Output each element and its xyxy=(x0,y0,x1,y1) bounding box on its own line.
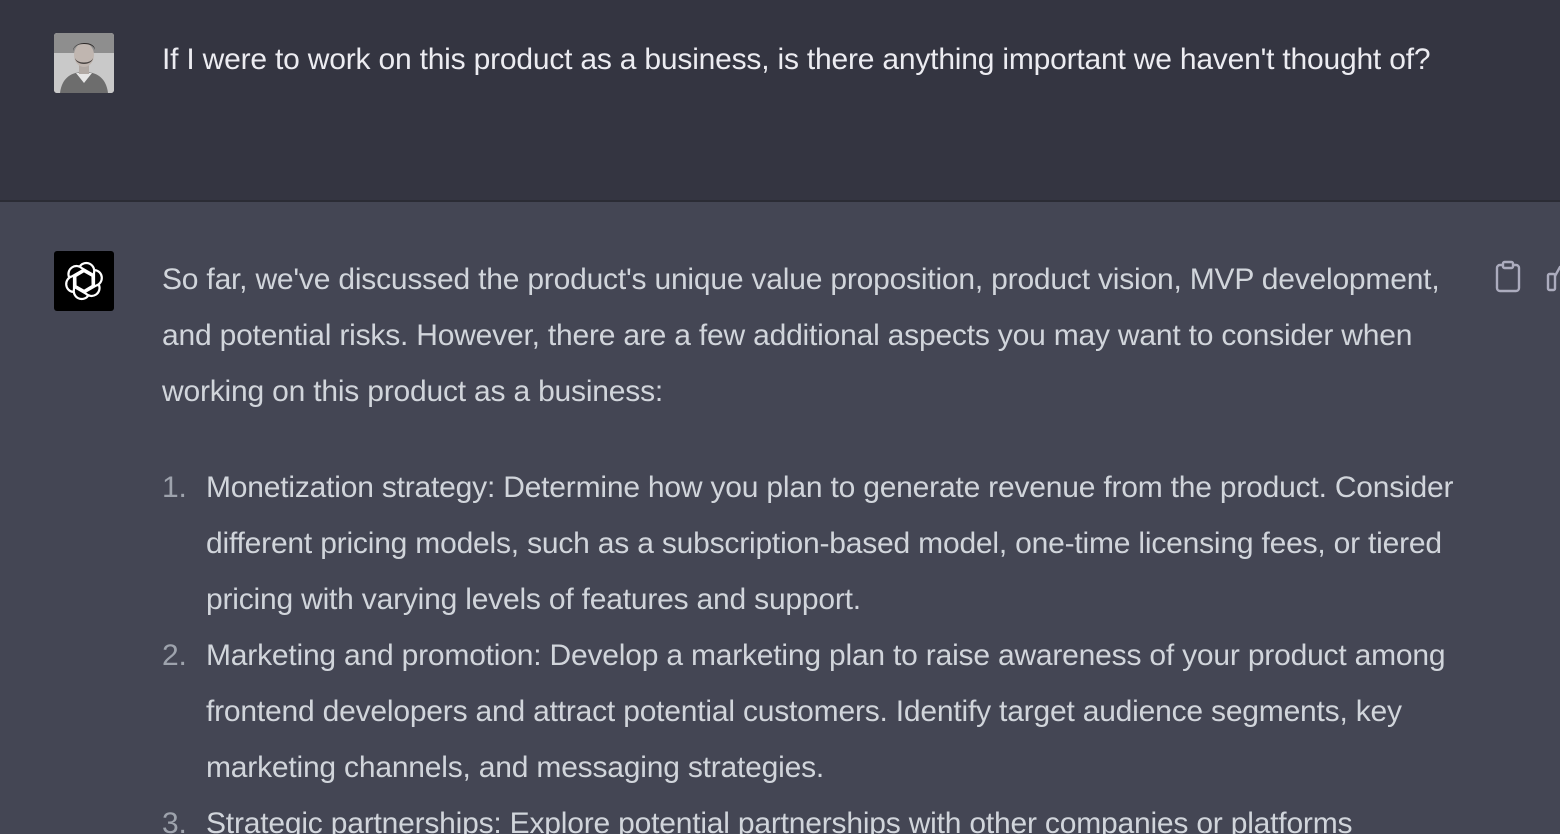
assistant-intro-paragraph: So far, we've discussed the product's un… xyxy=(162,263,1440,408)
user-message-row: If I were to work on this product as a b… xyxy=(0,0,1560,202)
thumbs-up-icon xyxy=(1546,265,1560,292)
openai-logo-icon xyxy=(65,261,103,301)
list-item-text: Marketing and promotion: Develop a marke… xyxy=(206,639,1446,784)
list-item-text: Strategic partnerships: Explore potentia… xyxy=(206,807,1353,834)
clipboard-icon xyxy=(1495,260,1521,293)
assistant-message-body: So far, we've discussed the product's un… xyxy=(162,252,1472,834)
chat-page: If I were to work on this product as a b… xyxy=(0,0,1560,834)
copy-button[interactable] xyxy=(1493,260,1523,294)
list-item: 2. Marketing and promotion: Develop a ma… xyxy=(162,628,1472,796)
assistant-numbered-list: 1. Monetization strategy: Determine how … xyxy=(162,460,1472,834)
assistant-avatar xyxy=(54,251,114,311)
list-item-number: 2. xyxy=(162,639,187,672)
thumbs-up-button[interactable] xyxy=(1546,264,1560,294)
list-item: 3. Strategic partnerships: Explore poten… xyxy=(162,796,1472,834)
list-item-text: Monetization strategy: Determine how you… xyxy=(206,471,1454,616)
list-item-number: 3. xyxy=(162,807,187,834)
list-item-number: 1. xyxy=(162,471,187,504)
list-item: 1. Monetization strategy: Determine how … xyxy=(162,460,1472,628)
user-message-text: If I were to work on this product as a b… xyxy=(162,43,1431,76)
assistant-message-row: So far, we've discussed the product's un… xyxy=(0,202,1560,834)
user-avatar xyxy=(54,33,114,93)
